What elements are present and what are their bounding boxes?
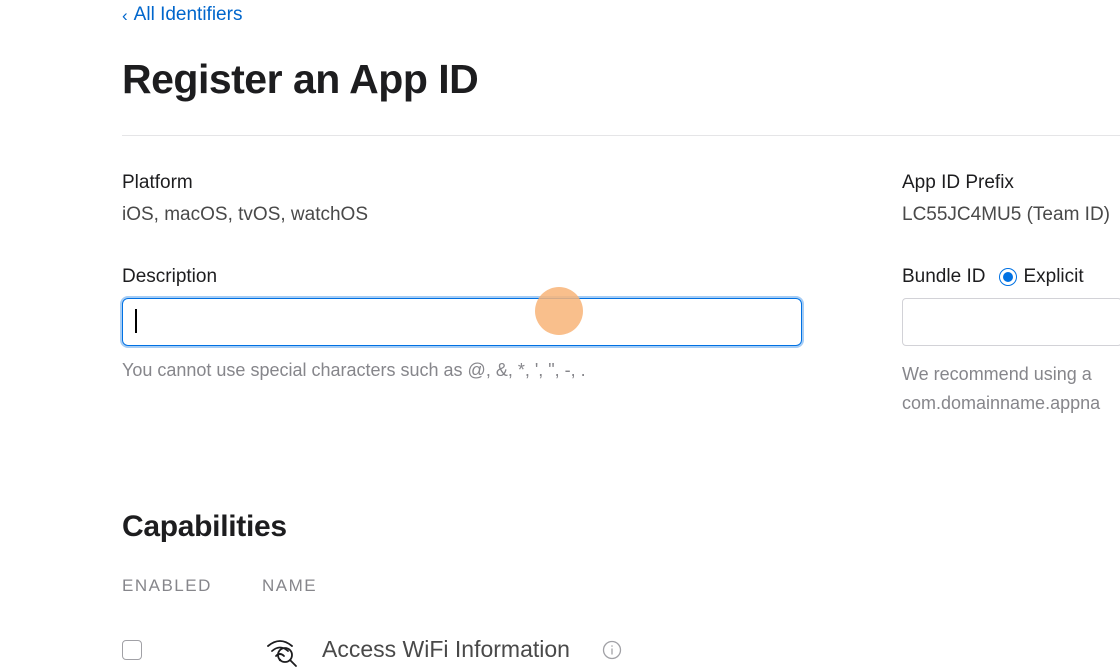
capability-name: Access WiFi Information [322,636,570,663]
col-header-enabled: ENABLED [122,576,262,596]
text-caret [135,309,137,333]
back-all-identifiers-link[interactable]: ‹ All Identifiers [122,4,242,26]
capability-row: Access WiFi Information [122,632,1120,668]
capabilities-title: Capabilities [122,510,1120,544]
page-title: Register an App ID [122,56,1120,103]
wifi-search-icon [262,632,298,668]
chevron-left-icon: ‹ [122,7,128,24]
title-divider [122,135,1120,136]
bundle-explicit-radio[interactable]: Explicit [999,266,1083,288]
info-icon[interactable] [602,640,622,660]
bundle-helper-line2: com.domainname.appna [902,393,1100,413]
bundle-id-label: Bundle ID [902,266,985,288]
bundle-id-input[interactable] [902,298,1120,346]
platform-label: Platform [122,172,902,194]
app-id-prefix-value: LC55JC4MU5 (Team ID) [902,204,1120,226]
capability-checkbox[interactable] [122,640,142,660]
platform-value: iOS, macOS, tvOS, watchOS [122,204,902,226]
description-input[interactable] [122,298,802,346]
bundle-explicit-label: Explicit [1023,266,1083,288]
back-link-label: All Identifiers [134,4,243,26]
col-header-name: NAME [262,576,1120,596]
app-id-prefix-label: App ID Prefix [902,172,1120,194]
bundle-helper-line1: We recommend using a [902,364,1092,384]
description-helper: You cannot use special characters such a… [122,360,902,381]
capabilities-header-row: ENABLED NAME [122,576,1120,596]
description-label: Description [122,266,902,288]
radio-icon [999,268,1017,286]
